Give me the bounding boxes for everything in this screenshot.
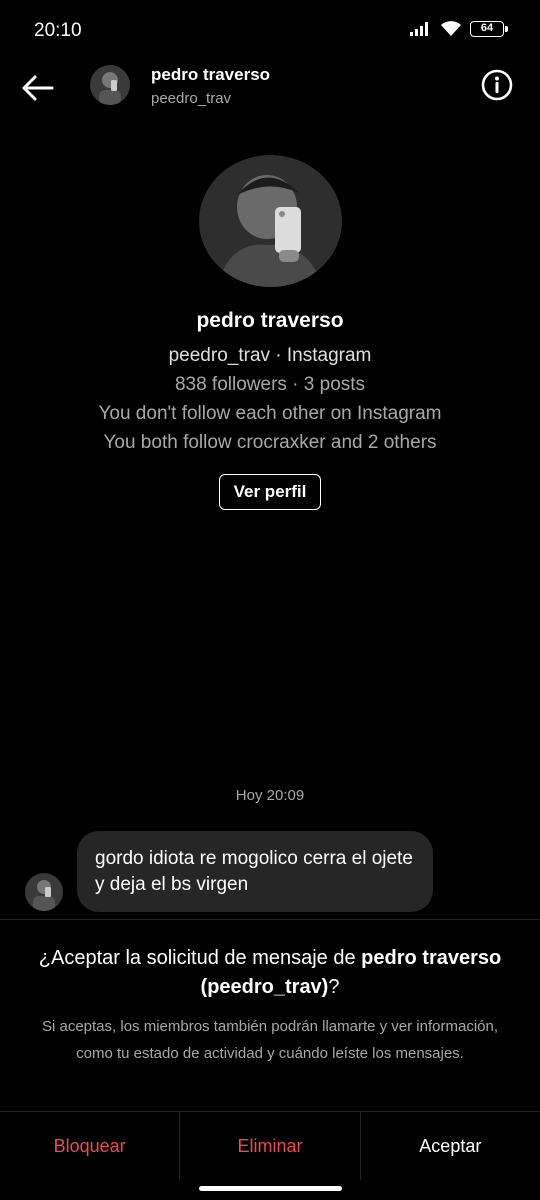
sender-avatar[interactable]	[25, 873, 63, 911]
info-icon[interactable]	[480, 68, 514, 102]
back-arrow-icon[interactable]	[18, 68, 58, 108]
request-title: ¿Aceptar la solicitud de mensaje de pedr…	[10, 944, 530, 1002]
battery-level: 64	[480, 21, 494, 34]
request-title-name: pedro traverso	[361, 947, 502, 969]
request-title-prefix: ¿Aceptar la solicitud de mensaje de	[38, 947, 362, 969]
request-title-suffix: ?	[328, 976, 340, 998]
status-bar: 20:10 64	[0, 0, 540, 60]
profile-stats: 838 followers · 3 posts	[174, 374, 366, 395]
chat-header: pedro traverso peedro_trav	[0, 60, 540, 120]
message-timestamp: Hoy 20:09	[235, 787, 305, 804]
view-profile-button[interactable]: Ver perfil	[218, 474, 322, 510]
profile-avatar[interactable]	[198, 155, 342, 287]
status-icons: 64	[410, 20, 508, 37]
profile-mutual-follows: You both follow crocraxker and 2 others	[103, 432, 437, 453]
profile-name: pedro traverso	[196, 309, 344, 332]
header-name[interactable]: pedro traverso	[151, 65, 270, 85]
profile-follow-status: You don't follow each other on Instagram	[98, 403, 442, 424]
divider	[0, 919, 540, 920]
profile-card: pedro traverso peedro_trav · Instagram 8…	[0, 155, 540, 510]
request-actions: Bloquear Eliminar Aceptar	[0, 1111, 540, 1180]
wifi-icon	[441, 21, 461, 36]
signal-icon	[410, 21, 428, 36]
message-bubble[interactable]: gordo idiota re mogolico cerra el ojete …	[77, 831, 433, 912]
request-title-user: (peedro_trav)	[200, 976, 329, 998]
header-avatar[interactable]	[90, 65, 130, 105]
block-button[interactable]: Bloquear	[0, 1112, 179, 1180]
battery-icon: 64	[470, 20, 508, 37]
home-indicator[interactable]	[199, 1186, 342, 1191]
header-username[interactable]: peedro_trav	[151, 90, 231, 107]
delete-button[interactable]: Eliminar	[179, 1112, 359, 1180]
accept-button[interactable]: Aceptar	[359, 1112, 540, 1180]
status-time: 20:10	[34, 20, 82, 41]
profile-handle: peedro_trav · Instagram	[168, 345, 372, 366]
request-description: Si aceptas, los miembros también podrán …	[41, 1018, 499, 1062]
